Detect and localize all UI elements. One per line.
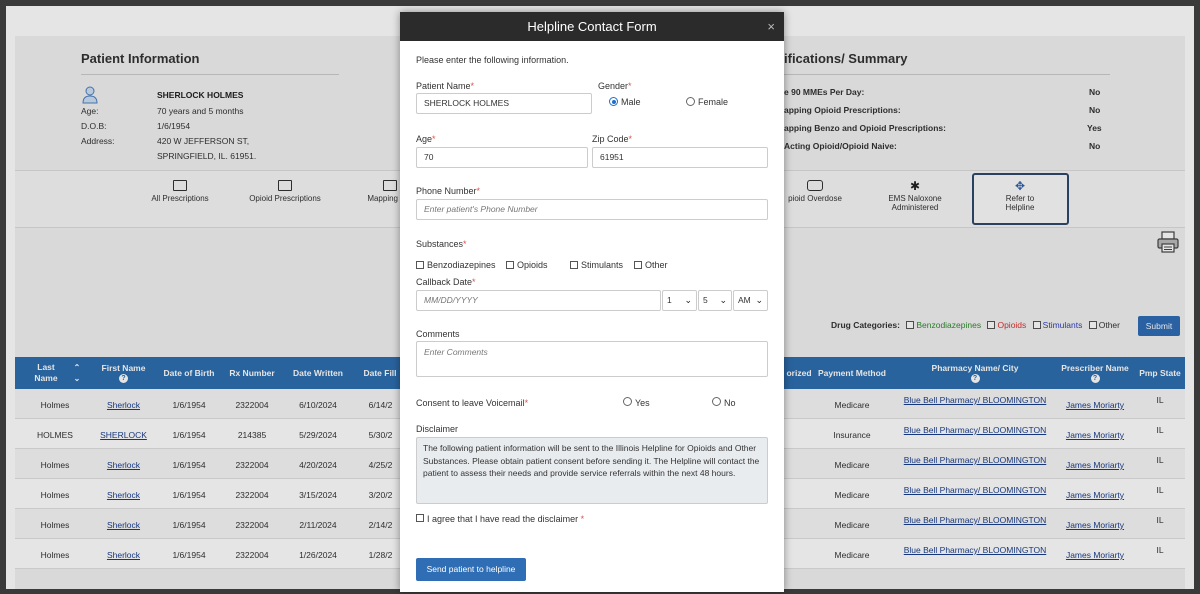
phone-input[interactable]: Enter patient's Phone Number [416,199,768,220]
voicemail-yes-label: Yes [635,398,650,408]
gender-female-label: Female [698,97,729,107]
substance-checkbox[interactable] [634,261,642,269]
substance-label: Opioids [517,260,548,270]
substance-label: Benzodiazepines [427,260,496,270]
callback-date-input[interactable]: MM/DD/YYYY [416,290,661,311]
select-value: 1 [667,295,672,305]
voicemail-label: Consent to leave Voicemail* [416,398,529,408]
age-label: Age* [416,134,436,144]
age-input[interactable]: 70 [416,147,588,168]
close-icon[interactable]: × [767,12,775,41]
zip-label: Zip Code* [592,134,633,144]
agree-checkbox[interactable] [416,514,424,522]
substance-checkbox[interactable] [416,261,424,269]
substance-checkbox[interactable] [570,261,578,269]
helpline-modal: Helpline Contact Form × Please enter the… [400,12,784,592]
voicemail-no-label: No [724,398,736,408]
select-value: AM [738,295,751,305]
zip-input[interactable]: 61951 [592,147,768,168]
window-frame [1194,0,1200,594]
substance-label: Other [645,260,668,270]
voicemail-yes-radio[interactable] [623,397,632,406]
select-value: 5 [703,295,708,305]
hour-select[interactable]: 1 ⌄ [662,290,697,311]
gender-male-radio[interactable] [609,97,618,106]
substances-label: Substances* [416,239,467,249]
window-frame [0,0,1200,6]
patient-name-label: Patient Name* [416,81,475,91]
chevron-down-icon: ⌄ [719,295,727,305]
chevron-down-icon: ⌄ [755,295,763,305]
gender-female-radio[interactable] [686,97,695,106]
disclaimer-label: Disclaimer [416,424,459,434]
ampm-select[interactable]: AM ⌄ [733,290,768,311]
phone-label: Phone Number* [416,186,481,196]
send-to-helpline-button[interactable]: Send patient to helpline [416,558,526,581]
patient-name-input[interactable]: SHERLOCK HOLMES [416,93,592,114]
intro-text: Please enter the following information. [416,55,569,65]
gender-male-label: Male [621,97,641,107]
comments-textarea[interactable]: Enter Comments [416,341,768,377]
modal-header: Helpline Contact Form × [400,12,784,41]
gender-label: Gender* [598,81,632,91]
comments-label: Comments [416,329,460,339]
voicemail-no-radio[interactable] [712,397,721,406]
window-frame [0,0,6,594]
callback-label: Callback Date* [416,277,476,287]
modal-title: Helpline Contact Form [527,19,657,34]
disclaimer-text: The following patient information will b… [416,437,768,504]
substance-checkbox[interactable] [506,261,514,269]
substance-label: Stimulants [581,260,624,270]
chevron-down-icon: ⌄ [684,295,692,305]
minute-select[interactable]: 5 ⌄ [698,290,732,311]
agree-label: I agree that I have read the disclaimer … [427,514,585,524]
